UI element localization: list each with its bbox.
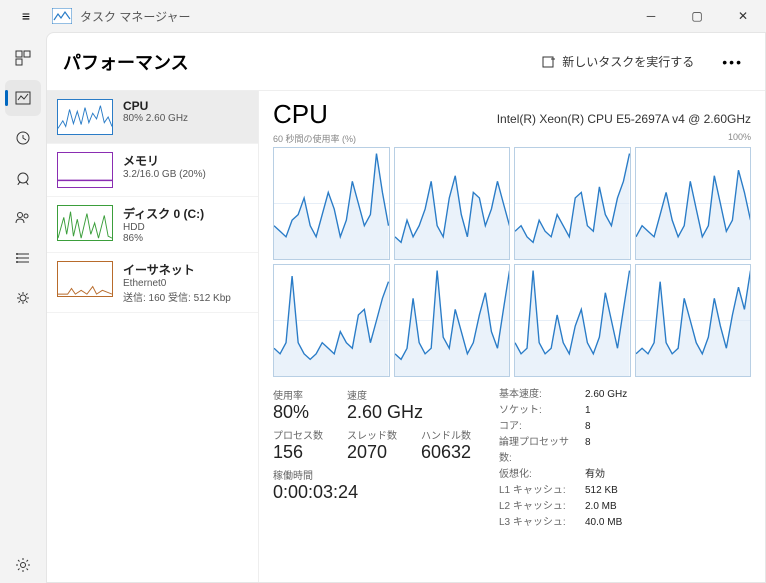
virt-label: 仮想化: [499, 467, 577, 483]
cpu-graph-2 [514, 147, 631, 260]
nav-services[interactable] [5, 280, 41, 316]
sidebar-item-memory[interactable]: メモリ 3.2/16.0 GB (20%) [47, 144, 258, 197]
l3-value: 40.0 MB [585, 515, 622, 531]
ethernet-sub: Ethernet0 [123, 278, 248, 289]
sidebar-item-ethernet[interactable]: イーサネット Ethernet0 送信: 160 受信: 512 Kbp [47, 253, 258, 313]
base-speed-label: 基本速度: [499, 387, 577, 403]
graph-label-right: 100% [728, 132, 751, 145]
nav-settings[interactable] [5, 547, 41, 583]
disk-sub2: 86% [123, 233, 248, 244]
ethernet-thumb [57, 261, 113, 297]
page-title: パフォーマンス [63, 49, 189, 75]
window-buttons: ─ ▢ ✕ [628, 0, 766, 32]
proc-value: 156 [273, 442, 327, 463]
detail-panel: CPU Intel(R) Xeon(R) CPU E5-2697A v4 @ 2… [259, 91, 765, 582]
lcpu-label: 論理プロセッサ数: [499, 435, 577, 467]
handle-label: ハンドル数 [421, 427, 475, 442]
ethernet-title: イーサネット [123, 261, 248, 278]
app-title: タスク マネージャー [80, 8, 191, 25]
hamburger-icon[interactable]: ≡ [8, 8, 44, 24]
proc-label: プロセス数 [273, 427, 327, 442]
l2-value: 2.0 MB [585, 499, 617, 515]
nav-rail [0, 32, 46, 583]
titlebar: ≡ タスク マネージャー ─ ▢ ✕ [0, 0, 766, 32]
util-value: 80% [273, 402, 327, 423]
nav-users[interactable] [5, 200, 41, 236]
lcpu-value: 8 [585, 435, 591, 467]
ethernet-sub2: 送信: 160 受信: 512 Kbp [123, 289, 248, 304]
cpu-graph-grid [273, 147, 751, 377]
util-label: 使用率 [273, 387, 327, 402]
uptime-value: 0:00:03:24 [273, 482, 358, 503]
nav-processes[interactable] [5, 40, 41, 76]
nav-startup[interactable] [5, 160, 41, 196]
handle-value: 60632 [421, 442, 475, 463]
detail-model: Intel(R) Xeon(R) CPU E5-2697A v4 @ 2.60G… [497, 112, 751, 126]
cpu-graph-4 [273, 264, 390, 377]
speed-value: 2.60 GHz [347, 402, 423, 423]
cpu-graph-0 [273, 147, 390, 260]
disk-thumb [57, 205, 113, 241]
nav-details[interactable] [5, 240, 41, 276]
nav-history[interactable] [5, 120, 41, 156]
l3-label: L3 キャッシュ: [499, 515, 577, 531]
memory-thumb [57, 152, 113, 188]
cpu-thumb [57, 99, 113, 135]
cpu-graph-6 [514, 264, 631, 377]
sidebar-item-cpu[interactable]: CPU 80% 2.60 GHz [47, 91, 258, 144]
base-speed-value: 2.60 GHz [585, 387, 627, 403]
maximize-button[interactable]: ▢ [674, 0, 720, 32]
close-button[interactable]: ✕ [720, 0, 766, 32]
nav-performance[interactable] [5, 80, 41, 116]
l1-label: L1 キャッシュ: [499, 483, 577, 499]
memory-title: メモリ [123, 152, 248, 169]
cpu-graph-7 [635, 264, 752, 377]
cpu-graph-3 [635, 147, 752, 260]
memory-sub: 3.2/16.0 GB (20%) [123, 169, 248, 180]
l2-label: L2 キャッシュ: [499, 499, 577, 515]
cores-value: 8 [585, 419, 591, 435]
virt-value: 有効 [585, 467, 605, 483]
sockets-value: 1 [585, 403, 591, 419]
new-task-button[interactable]: 新しいタスクを実行する [532, 47, 704, 76]
cpu-graph-5 [394, 264, 511, 377]
l1-value: 512 KB [585, 483, 618, 499]
more-button[interactable]: ••• [716, 48, 749, 76]
disk-sub: HDD [123, 222, 248, 233]
thread-value: 2070 [347, 442, 401, 463]
app-icon [52, 8, 72, 24]
resource-list: CPU 80% 2.60 GHz メモリ 3.2/16.0 GB (20%) デ… [47, 91, 259, 582]
speed-label: 速度 [347, 387, 423, 402]
cpu-title: CPU [123, 99, 248, 113]
new-task-label: 新しいタスクを実行する [562, 53, 694, 70]
thread-label: スレッド数 [347, 427, 401, 442]
graph-label-left: 60 秒間の使用率 (%) [273, 132, 356, 145]
disk-title: ディスク 0 (C:) [123, 205, 248, 222]
cpu-graph-1 [394, 147, 511, 260]
cpu-sub: 80% 2.60 GHz [123, 113, 248, 124]
uptime-label: 稼働時間 [273, 467, 358, 482]
detail-title: CPU [273, 99, 328, 130]
sidebar-item-disk[interactable]: ディスク 0 (C:) HDD 86% [47, 197, 258, 253]
page-header: パフォーマンス 新しいタスクを実行する ••• [47, 33, 765, 91]
minimize-button[interactable]: ─ [628, 0, 674, 32]
sockets-label: ソケット: [499, 403, 577, 419]
cores-label: コア: [499, 419, 577, 435]
